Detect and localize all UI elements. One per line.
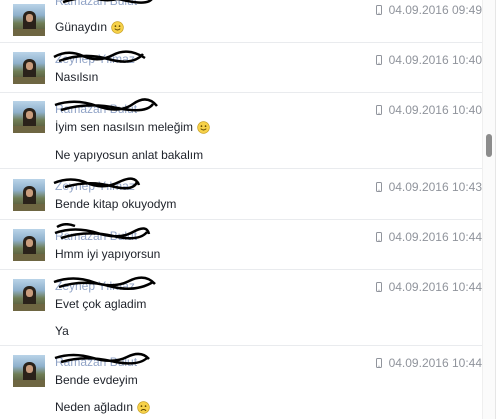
message-text: Bende evdeyim — [55, 373, 138, 387]
sender-name-link[interactable]: Ramazan Bulut — [54, 98, 165, 117]
panel-edge — [495, 0, 502, 419]
message-text: Evet çok agladim — [55, 297, 147, 311]
mobile-phone-icon — [375, 358, 382, 368]
message-divider — [0, 219, 482, 220]
message-divider — [0, 168, 482, 169]
smiley-emoji-icon — [111, 20, 124, 34]
message-text: Neden ağladın — [55, 400, 150, 414]
vertical-scrollbar[interactable] — [482, 0, 495, 419]
message-divider — [0, 92, 482, 93]
avatar[interactable] — [13, 355, 45, 387]
sender-name-link[interactable]: Zeynep Yılmaz — [53, 177, 165, 194]
avatar[interactable] — [13, 229, 45, 261]
mobile-phone-icon — [375, 282, 382, 292]
sender-name-link[interactable]: Zeynep Yılmaz — [53, 50, 165, 67]
message-meta: 04.09.2016 10:43 — [375, 180, 482, 194]
message-timestamp: 04.09.2016 10:44 — [388, 356, 482, 370]
message-timestamp: 04.09.2016 10:44 — [388, 230, 482, 244]
frowning-emoji-icon — [137, 400, 150, 414]
mobile-phone-icon — [375, 55, 382, 65]
message-text: Günaydın — [55, 20, 124, 34]
mobile-phone-icon — [375, 232, 382, 242]
sender-name-link[interactable]: Zeynep Yılmaz — [53, 276, 165, 294]
mobile-phone-icon — [375, 5, 382, 15]
avatar[interactable] — [13, 279, 45, 311]
message-meta: 04.09.2016 10:44 — [375, 230, 482, 244]
sender-name-link[interactable]: Ramazan Bulut — [55, 0, 165, 9]
message-meta: 04.09.2016 09:49 — [375, 3, 482, 17]
message-text: İyim sen nasılsın meleğim — [55, 120, 210, 134]
message-text: Ne yapıyosun anlat bakalım — [55, 148, 204, 162]
scrollbar-thumb[interactable] — [486, 134, 492, 157]
message-divider — [0, 345, 482, 346]
smiley-emoji-icon — [197, 120, 210, 134]
sender-name-link[interactable]: Ramazan Bulut — [54, 352, 165, 370]
message-meta: 04.09.2016 10:40 — [375, 103, 482, 117]
message-timestamp: 04.09.2016 09:49 — [388, 3, 482, 17]
avatar[interactable] — [13, 101, 45, 133]
message-timestamp: 04.09.2016 10:40 — [388, 103, 482, 117]
chat-message-list: Ramazan Bulut 04.09.2016 09:49 Günaydın … — [0, 0, 482, 419]
message-text: Bende kitap okuyodym — [55, 197, 177, 211]
message-meta: 04.09.2016 10:40 — [375, 53, 482, 67]
message-timestamp: 04.09.2016 10:40 — [388, 53, 482, 67]
sender-name-link[interactable]: Ramazan Bulut — [54, 223, 165, 244]
message-meta: 04.09.2016 10:44 — [375, 356, 482, 370]
avatar[interactable] — [13, 179, 45, 211]
message-text: Nasılsın — [55, 70, 99, 84]
avatar[interactable] — [13, 4, 45, 36]
message-text: Ya — [55, 324, 69, 338]
message-divider — [0, 42, 482, 43]
message-text: Hmm iyi yapıyorsun — [55, 247, 161, 261]
message-timestamp: 04.09.2016 10:43 — [388, 180, 482, 194]
mobile-phone-icon — [375, 182, 382, 192]
message-meta: 04.09.2016 10:44 — [375, 280, 482, 294]
mobile-phone-icon — [375, 105, 382, 115]
message-timestamp: 04.09.2016 10:44 — [388, 280, 482, 294]
avatar[interactable] — [13, 52, 45, 84]
message-divider — [0, 269, 482, 270]
